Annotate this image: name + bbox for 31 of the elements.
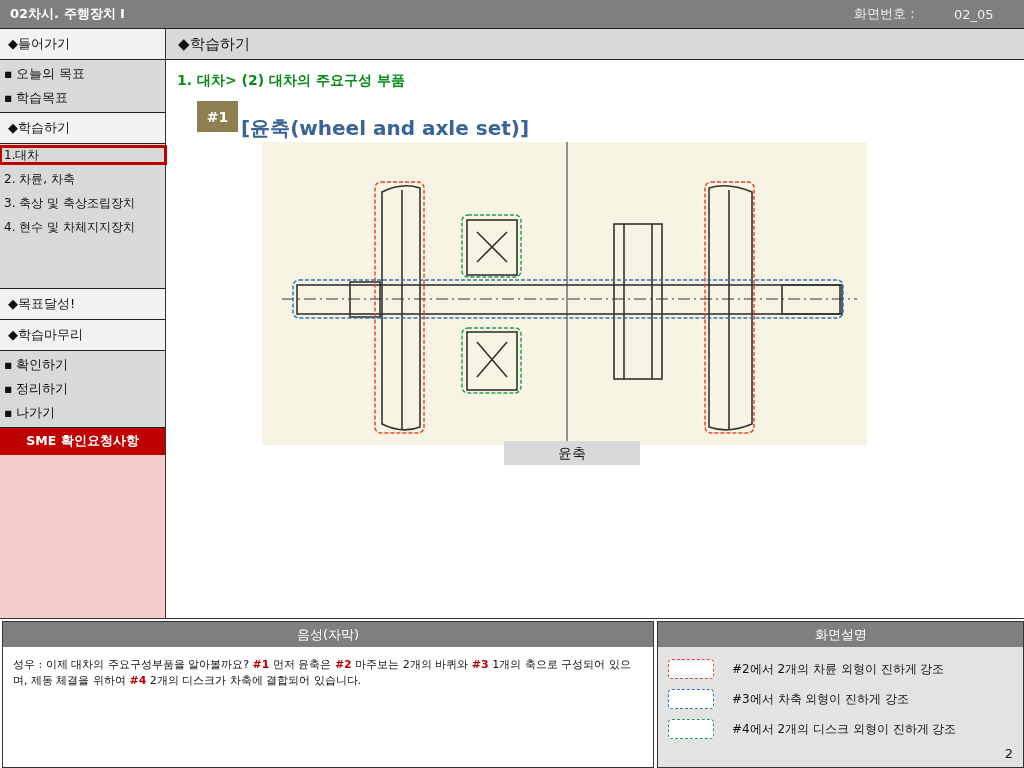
figure-title: [윤축(wheel and axle set)] xyxy=(241,115,530,142)
subtitle: 1. 대차> (2) 대차의 주요구성 부품 xyxy=(177,72,406,90)
sidebar-item[interactable]: ▪ 학습목표 xyxy=(4,86,165,110)
narration-heading: 음성(자막) xyxy=(3,622,653,647)
narration-text: 성우 : 이제 대차의 주요구성부품을 알아볼까요? #1 먼저 윤축은 #2 마주보는 2개의 바퀴와 #3 1개의 축으로 구성되어 있으며, 제동 체결을 위하여 #4 2개의 디스크가 차축에 결합되어 있습니다. xyxy=(12,657,632,689)
page-number: 2 xyxy=(1004,746,1013,761)
legend-text: #4에서 2개의 디스크 외형이 진하게 강조 xyxy=(732,720,957,738)
sidebar-heading[interactable]: ◆들어가기 xyxy=(0,29,165,60)
sidebar-heading[interactable]: ◆목표달성! xyxy=(0,289,165,320)
sidebar-heading[interactable]: ◆학습하기 xyxy=(0,113,165,144)
sidebar-heading[interactable]: ◆학습마무리 xyxy=(0,320,165,351)
screen-number: 02_05 xyxy=(954,6,995,22)
sidebar-item[interactable]: ▪ 정리하기 xyxy=(4,377,165,401)
screen-number-label: 화면번호 : xyxy=(854,5,916,23)
description-heading: 화면설명 xyxy=(658,622,1023,647)
section-heading: ◆학습하기 xyxy=(166,29,1024,60)
legend-text: #2에서 2개의 차륜 외형이 진하게 강조 xyxy=(732,660,945,678)
disc-highlight xyxy=(461,327,522,394)
sidebar-item[interactable]: ▪ 나가기 xyxy=(4,401,165,425)
chapter-item[interactable]: 4. 현수 및 차체지지장치 xyxy=(0,217,167,237)
chapter-item[interactable]: 2. 차륜, 차축 xyxy=(0,169,167,189)
chapter-item[interactable]: 1.대차 xyxy=(0,145,167,165)
sme-request-button[interactable]: SME 확인요청사항 xyxy=(0,428,165,455)
sidebar-item[interactable]: ▪ 확인하기 xyxy=(4,353,165,377)
sidebar-item[interactable]: ▪ 오늘의 목표 xyxy=(4,62,165,86)
legend-text: #3에서 차축 외형이 진하게 강조 xyxy=(732,690,909,708)
disc-highlight xyxy=(461,214,522,278)
step-badge: #1 xyxy=(197,101,238,132)
chapter-item[interactable]: 3. 축상 및 축상조립장치 xyxy=(0,193,167,213)
course-title: 02차시. 주행장치 Ⅰ xyxy=(9,5,125,23)
figure-caption: 윤축 xyxy=(504,441,640,465)
